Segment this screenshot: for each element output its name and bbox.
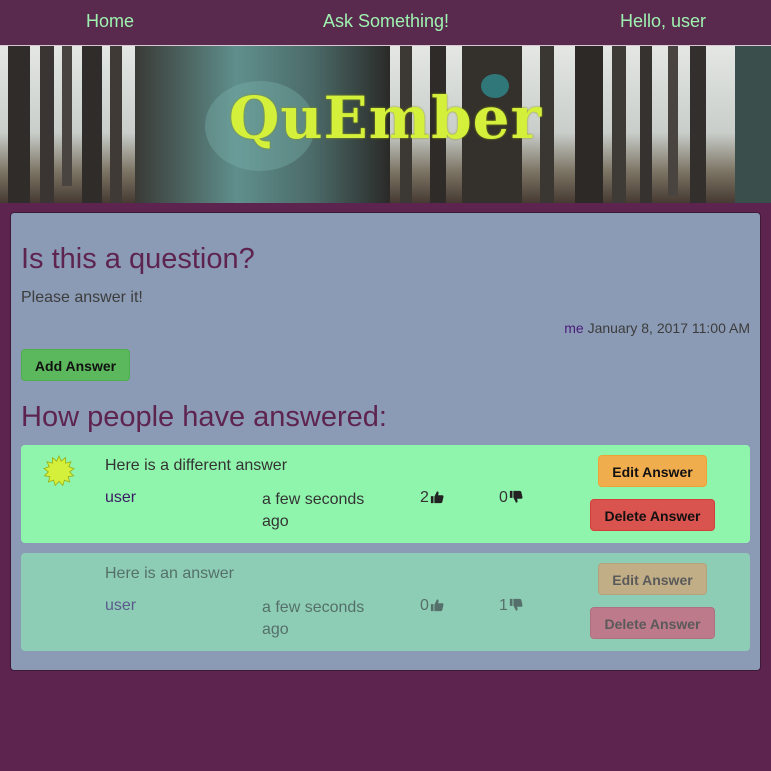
- answers-heading: How people have answered:: [21, 401, 387, 433]
- answer-user-link[interactable]: user: [105, 489, 136, 507]
- answer-card: Here is an answer user a few seconds ago…: [21, 553, 750, 651]
- answer-text: Here is an answer: [105, 565, 234, 582]
- answer-user-link[interactable]: user: [105, 597, 136, 615]
- downvote-count: 0: [499, 489, 508, 506]
- question-title: Is this a question?: [21, 243, 255, 275]
- delete-answer-button[interactable]: Delete Answer: [590, 499, 715, 531]
- answer-time: a few seconds ago: [262, 599, 365, 638]
- question-meta: me January 8, 2017 11:00 AM: [564, 320, 750, 336]
- edit-answer-button[interactable]: Edit Answer: [598, 455, 707, 487]
- answer-time: a few seconds ago: [262, 491, 365, 530]
- thumbs-up-icon[interactable]: [430, 598, 444, 612]
- starburst-badge-icon: [43, 455, 75, 487]
- delete-answer-button[interactable]: Delete Answer: [590, 607, 715, 639]
- upvote-count: 0: [420, 597, 429, 614]
- nav-user-greeting[interactable]: Hello, user: [620, 11, 706, 32]
- question-timestamp: January 8, 2017 11:00 AM: [587, 320, 750, 336]
- top-nav: Home Ask Something! Hello, user: [0, 0, 771, 46]
- downvote-count: 1: [499, 597, 508, 614]
- downvote-control[interactable]: 1: [499, 597, 523, 615]
- thumbs-down-icon[interactable]: [509, 490, 523, 504]
- forest-banner: QuEmber: [0, 46, 771, 203]
- question-body: Please answer it!: [21, 289, 143, 306]
- nav-home-link[interactable]: Home: [86, 11, 134, 32]
- question-panel: Is this a question? Please answer it! me…: [10, 212, 761, 671]
- upvote-count: 2: [420, 489, 429, 506]
- upvote-control[interactable]: 2: [420, 489, 444, 507]
- site-logo[interactable]: QuEmber: [0, 84, 771, 152]
- answer-text: Here is a different answer: [105, 457, 288, 474]
- edit-answer-button[interactable]: Edit Answer: [598, 563, 707, 595]
- thumbs-up-icon[interactable]: [430, 490, 444, 504]
- question-author-link[interactable]: me: [564, 320, 583, 336]
- downvote-control[interactable]: 0: [499, 489, 523, 507]
- upvote-control[interactable]: 0: [420, 597, 444, 615]
- thumbs-down-icon[interactable]: [509, 598, 523, 612]
- add-answer-button[interactable]: Add Answer: [21, 349, 130, 381]
- answer-card: Here is a different answer user a few se…: [21, 445, 750, 543]
- nav-ask-link[interactable]: Ask Something!: [323, 11, 449, 32]
